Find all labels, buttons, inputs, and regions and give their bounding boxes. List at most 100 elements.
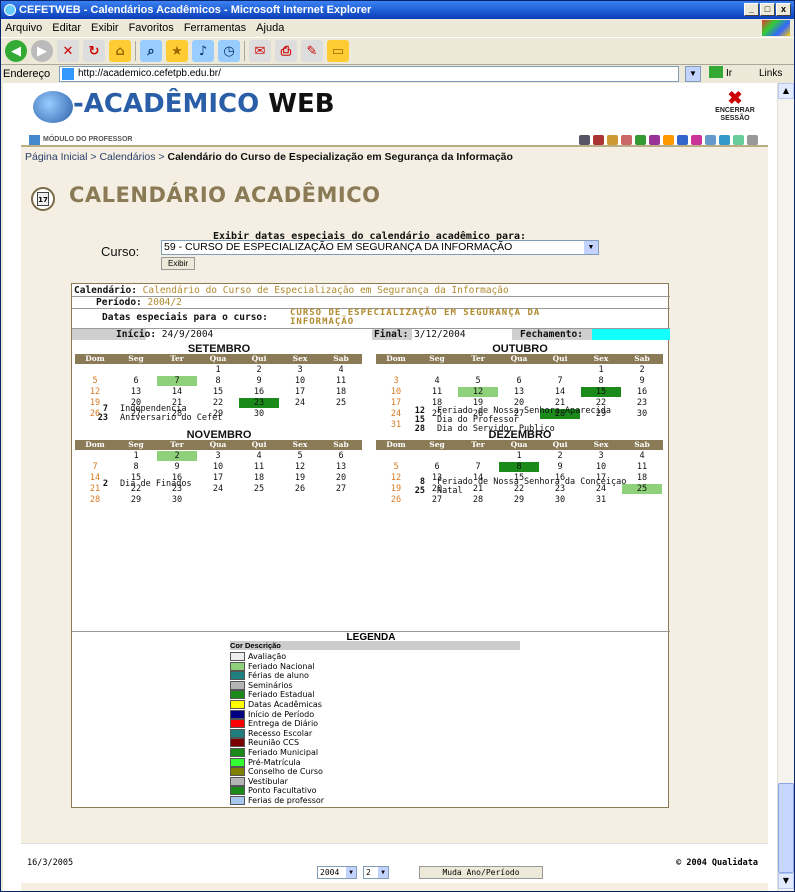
calendar-day[interactable]: 9 bbox=[621, 374, 663, 387]
calendar-day[interactable]: 17 bbox=[279, 385, 321, 398]
tool-icon[interactable] bbox=[579, 135, 590, 145]
calendar-day[interactable]: 16 bbox=[621, 385, 663, 398]
calendar-day[interactable]: 11 bbox=[621, 460, 663, 473]
calendar-day[interactable]: 10 bbox=[279, 374, 321, 387]
calendar-day[interactable]: 4 bbox=[238, 449, 280, 462]
vertical-scrollbar[interactable]: ▲ ▼ bbox=[777, 83, 794, 891]
menu-editar[interactable]: Editar bbox=[52, 19, 81, 37]
tool-icon[interactable] bbox=[733, 135, 744, 145]
mail-icon[interactable]: ✉ bbox=[249, 40, 271, 62]
calendar-day[interactable]: 29 bbox=[498, 493, 540, 506]
calendar-day[interactable]: 3 bbox=[580, 449, 622, 462]
print-icon[interactable]: ⎙ bbox=[275, 40, 297, 62]
menu-exibir[interactable]: Exibir bbox=[91, 19, 119, 37]
scrollbar-thumb[interactable] bbox=[778, 783, 794, 873]
calendar-day[interactable]: 10 bbox=[375, 385, 417, 398]
go-button[interactable]: Ir bbox=[709, 66, 745, 82]
calendar-day[interactable]: 2 bbox=[238, 363, 280, 376]
calendar-day[interactable]: 31 bbox=[580, 493, 622, 506]
calendar-day[interactable]: 30 bbox=[621, 407, 663, 420]
scroll-up-icon[interactable]: ▲ bbox=[778, 83, 794, 99]
tool-icon[interactable] bbox=[663, 135, 674, 145]
breadcrumb-calendars[interactable]: Calendários bbox=[99, 151, 155, 163]
calendar-day[interactable]: 12 bbox=[457, 385, 499, 398]
calendar-day[interactable]: 13 bbox=[498, 385, 540, 398]
calendar-day[interactable]: 16 bbox=[238, 385, 280, 398]
tool-icon[interactable] bbox=[649, 135, 660, 145]
calendar-day[interactable]: 6 bbox=[498, 374, 540, 387]
site-logo[interactable]: -ACADÊMICO WEB bbox=[73, 89, 335, 119]
links-button[interactable]: Links bbox=[759, 66, 782, 82]
calendar-day[interactable]: 18 bbox=[320, 385, 362, 398]
calendar-day[interactable]: 11 bbox=[416, 385, 458, 398]
calendar-day[interactable]: 29 bbox=[115, 493, 157, 506]
refresh-icon[interactable]: ↻ bbox=[83, 40, 105, 62]
calendar-day[interactable]: 7 bbox=[74, 460, 116, 473]
calendar-day[interactable]: 20 bbox=[320, 471, 362, 484]
course-select[interactable]: 59 - CURSO DE ESPECIALIZAÇÃO EM SEGURANÇ… bbox=[161, 240, 599, 255]
calendar-day[interactable]: 22 bbox=[197, 396, 239, 409]
tool-icon[interactable] bbox=[677, 135, 688, 145]
back-icon[interactable]: ◀ bbox=[5, 40, 27, 62]
calendar-day[interactable]: 3 bbox=[279, 363, 321, 376]
address-dropdown[interactable]: ▼ bbox=[685, 66, 701, 82]
calendar-day[interactable]: 6 bbox=[320, 449, 362, 462]
menu-arquivo[interactable]: Arquivo bbox=[5, 19, 42, 37]
calendar-day[interactable]: 27 bbox=[320, 482, 362, 495]
calendar-day[interactable]: 26 bbox=[279, 482, 321, 495]
calendar-day[interactable]: 5 bbox=[74, 374, 116, 387]
calendar-day[interactable]: 5 bbox=[375, 460, 417, 473]
calendar-day[interactable]: 24 bbox=[279, 396, 321, 409]
calendar-day[interactable]: 1 bbox=[498, 449, 540, 462]
tool-icon[interactable] bbox=[747, 135, 758, 145]
history-icon[interactable]: ◷ bbox=[218, 40, 240, 62]
calendar-day[interactable]: 25 bbox=[320, 396, 362, 409]
tool-icon[interactable] bbox=[719, 135, 730, 145]
calendar-day[interactable]: 12 bbox=[74, 385, 116, 398]
calendar-day[interactable]: 11 bbox=[320, 374, 362, 387]
calendar-day[interactable]: 19 bbox=[279, 471, 321, 484]
calendar-day[interactable]: 12 bbox=[279, 460, 321, 473]
calendar-day[interactable]: 23 bbox=[238, 396, 280, 409]
calendar-day[interactable]: 5 bbox=[457, 374, 499, 387]
calendar-day[interactable]: 18 bbox=[238, 471, 280, 484]
calendar-day[interactable]: 9 bbox=[238, 374, 280, 387]
calendar-day[interactable]: 4 bbox=[320, 363, 362, 376]
calendar-day[interactable]: 15 bbox=[197, 385, 239, 398]
calendar-day[interactable]: 5 bbox=[279, 449, 321, 462]
favorites-icon[interactable]: ★ bbox=[166, 40, 188, 62]
calendar-day[interactable]: 17 bbox=[197, 471, 239, 484]
stop-icon[interactable]: ✕ bbox=[57, 40, 79, 62]
calendar-day[interactable]: 1 bbox=[580, 363, 622, 376]
show-button[interactable]: Exibir bbox=[161, 257, 195, 270]
calendar-day[interactable]: 7 bbox=[457, 460, 499, 473]
calendar-day[interactable]: 3 bbox=[375, 374, 417, 387]
breadcrumb-home[interactable]: Página Inicial bbox=[25, 151, 87, 163]
calendar-day[interactable]: 2 bbox=[156, 449, 198, 462]
calendar-day[interactable]: 10 bbox=[197, 460, 239, 473]
calendar-day[interactable]: 15 bbox=[580, 385, 622, 398]
tool-icon[interactable] bbox=[705, 135, 716, 145]
calendar-day[interactable]: 24 bbox=[197, 482, 239, 495]
calendar-day[interactable]: 23 bbox=[621, 396, 663, 409]
logout-button[interactable]: ✖ ENCERRAR SESSÃO bbox=[710, 89, 760, 123]
home-icon[interactable]: ⌂ bbox=[109, 40, 131, 62]
calendar-day[interactable]: 6 bbox=[416, 460, 458, 473]
maximize-button[interactable]: □ bbox=[760, 3, 775, 16]
scroll-down-icon[interactable]: ▼ bbox=[778, 873, 794, 889]
calendar-day[interactable]: 9 bbox=[539, 460, 581, 473]
calendar-day[interactable]: 6 bbox=[115, 374, 157, 387]
menu-favoritos[interactable]: Favoritos bbox=[129, 19, 174, 37]
tool-icon[interactable] bbox=[593, 135, 604, 145]
calendar-day[interactable]: 11 bbox=[238, 460, 280, 473]
search-icon[interactable]: ⌕ bbox=[140, 40, 162, 62]
period-select[interactable]: 2 ▼ bbox=[363, 866, 389, 879]
tool-icon[interactable] bbox=[607, 135, 618, 145]
calendar-day[interactable]: 18 bbox=[621, 471, 663, 484]
tool-icon[interactable] bbox=[635, 135, 646, 145]
calendar-day[interactable]: 7 bbox=[156, 374, 198, 387]
calendar-day[interactable]: 8 bbox=[197, 374, 239, 387]
calendar-day[interactable]: 30 bbox=[539, 493, 581, 506]
menu-ferramentas[interactable]: Ferramentas bbox=[184, 19, 246, 37]
year-select[interactable]: 2004 ▼ bbox=[317, 866, 357, 879]
